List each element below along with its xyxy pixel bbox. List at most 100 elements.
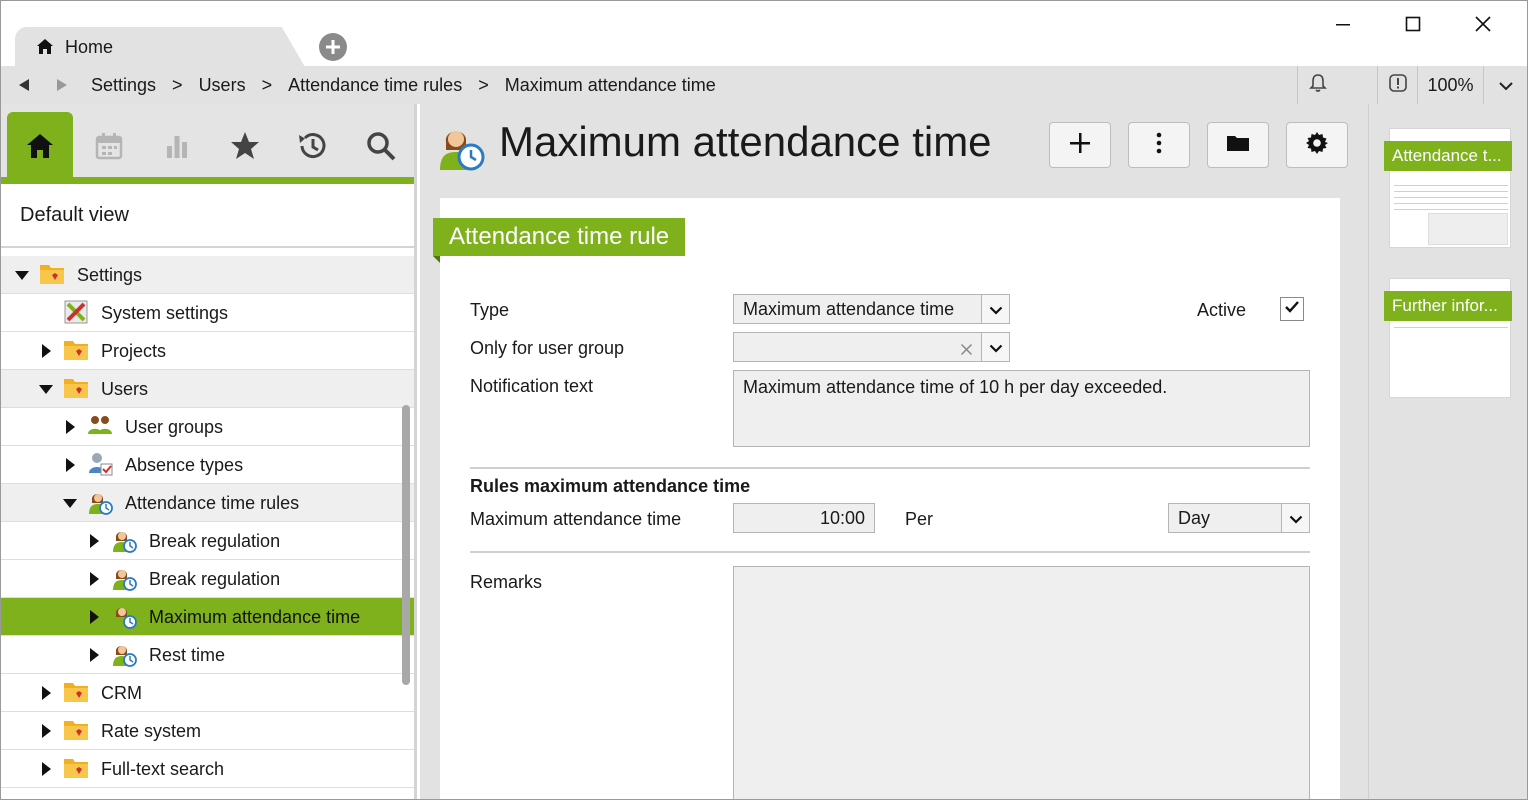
absence-icon bbox=[87, 451, 113, 477]
collapsed-arrow-icon[interactable] bbox=[39, 724, 53, 738]
minimize-button[interactable] bbox=[1323, 7, 1363, 41]
breadcrumb: Settings > Users > Attendance time rules… bbox=[91, 75, 716, 96]
tree-scrollbar[interactable] bbox=[402, 405, 410, 685]
tree-item-label: Break regulation bbox=[149, 569, 281, 589]
chevron-down-icon bbox=[1289, 508, 1303, 529]
tree-item[interactable]: Projects bbox=[1, 332, 414, 370]
menu-dropdown-button[interactable] bbox=[1483, 66, 1527, 104]
close-button[interactable] bbox=[1463, 7, 1503, 41]
user-group-dropdown-button[interactable] bbox=[981, 333, 1009, 361]
attendance-icon bbox=[111, 641, 137, 667]
tree-item-label: Settings bbox=[77, 265, 143, 285]
tree-item[interactable]: Break regulation bbox=[1, 560, 414, 598]
thumbnail-box bbox=[1428, 213, 1508, 245]
alert-button[interactable] bbox=[1377, 66, 1417, 104]
zoom-level[interactable]: 100% bbox=[1417, 66, 1483, 104]
per-label: Per bbox=[905, 509, 934, 529]
active-checkbox[interactable] bbox=[1280, 297, 1304, 321]
per-dropdown-button[interactable] bbox=[1281, 504, 1309, 532]
breadcrumb-item[interactable]: Attendance time rules bbox=[288, 75, 462, 96]
back-button[interactable] bbox=[5, 66, 43, 104]
collapsed-arrow-icon[interactable] bbox=[39, 762, 53, 776]
tree-item-label: Break regulation bbox=[149, 531, 281, 551]
tree-item[interactable]: System settings bbox=[1, 294, 414, 332]
thumbnail-line bbox=[1394, 327, 1508, 328]
tree-item[interactable]: Rate system bbox=[1, 712, 414, 750]
tree-item[interactable]: User groups bbox=[1, 408, 414, 446]
max-time-label: Maximum attendance time bbox=[470, 509, 682, 529]
remarks-textarea[interactable] bbox=[733, 566, 1310, 799]
more-options-button[interactable] bbox=[1128, 122, 1190, 168]
nav-calendar[interactable] bbox=[76, 112, 142, 184]
breadcrumb-item[interactable]: Maximum attendance time bbox=[505, 75, 716, 96]
address-bar: Settings > Users > Attendance time rules… bbox=[1, 66, 1527, 104]
type-select[interactable]: Maximum attendance time bbox=[733, 294, 1010, 324]
type-dropdown-button[interactable] bbox=[981, 295, 1009, 323]
nav-search[interactable] bbox=[348, 112, 414, 184]
thumbnail-line bbox=[1394, 209, 1508, 210]
tree-item[interactable]: Rest time bbox=[1, 636, 414, 674]
tree-item[interactable]: Attendance time rules bbox=[1, 484, 414, 522]
breadcrumb-separator: > bbox=[261, 74, 273, 95]
folder-icon bbox=[63, 375, 89, 401]
per-value: Day bbox=[1178, 507, 1211, 528]
nav-favorites[interactable] bbox=[212, 112, 278, 184]
overview-panel: Attendance t... Further infor... bbox=[1368, 104, 1527, 799]
max-time-value: 10:00 bbox=[819, 507, 865, 528]
tree-item-label: Users bbox=[101, 379, 149, 399]
breadcrumb-separator: > bbox=[172, 74, 183, 95]
thumbnail-line bbox=[1394, 197, 1508, 198]
nav-history[interactable] bbox=[280, 112, 346, 184]
clear-icon[interactable] bbox=[960, 340, 973, 361]
collapsed-arrow-icon[interactable] bbox=[87, 648, 101, 662]
settings-button[interactable] bbox=[1286, 122, 1348, 168]
folder-icon bbox=[1226, 133, 1250, 158]
expanded-arrow-icon[interactable] bbox=[63, 496, 77, 510]
tree-item[interactable]: CRM bbox=[1, 674, 414, 712]
view-title[interactable]: Default view bbox=[1, 184, 414, 248]
new-tab-button[interactable] bbox=[319, 33, 347, 61]
collapsed-arrow-icon[interactable] bbox=[87, 534, 101, 548]
nav-accent-bar bbox=[1, 177, 414, 184]
active-label: Active bbox=[1197, 300, 1247, 320]
tree-item[interactable]: Maximum attendance time bbox=[1, 598, 414, 636]
star-icon bbox=[229, 130, 261, 167]
tree-item[interactable]: Settings bbox=[1, 256, 414, 294]
overview-thumbnail[interactable]: Further infor... bbox=[1384, 278, 1512, 398]
breadcrumb-item[interactable]: Users bbox=[199, 75, 246, 96]
max-time-input[interactable]: 10:00 bbox=[733, 503, 875, 533]
maximize-button[interactable] bbox=[1393, 7, 1433, 41]
notification-textarea[interactable]: Maximum attendance time of 10 h per day … bbox=[733, 370, 1310, 447]
forward-button[interactable] bbox=[43, 66, 81, 104]
collapsed-arrow-icon[interactable] bbox=[63, 458, 77, 472]
tree-item[interactable]: Full-text search bbox=[1, 750, 414, 788]
bell-icon bbox=[1308, 73, 1327, 98]
attendance-icon bbox=[111, 565, 137, 591]
overview-thumbnail[interactable]: Attendance t... bbox=[1384, 128, 1512, 248]
per-select[interactable]: Day bbox=[1168, 503, 1310, 533]
user-group-icon bbox=[87, 413, 113, 439]
tab-label: Home bbox=[65, 36, 114, 57]
nav-home[interactable] bbox=[7, 112, 73, 184]
collapsed-arrow-icon[interactable] bbox=[39, 686, 53, 700]
nav-reports[interactable] bbox=[144, 112, 210, 184]
add-button[interactable] bbox=[1049, 122, 1111, 168]
collapsed-arrow-icon[interactable] bbox=[63, 420, 77, 434]
breadcrumb-item[interactable]: Settings bbox=[91, 75, 156, 96]
breadcrumb-separator: > bbox=[478, 74, 489, 95]
collapsed-arrow-icon[interactable] bbox=[39, 344, 53, 358]
notifications-button[interactable] bbox=[1297, 66, 1337, 104]
collapsed-arrow-icon[interactable] bbox=[87, 572, 101, 586]
tree-item[interactable]: Break regulation bbox=[1, 522, 414, 560]
more-icon bbox=[1156, 132, 1162, 159]
collapsed-arrow-icon[interactable] bbox=[87, 610, 101, 624]
expanded-arrow-icon[interactable] bbox=[15, 268, 29, 282]
attendance-icon bbox=[111, 603, 137, 629]
tab-home[interactable]: Home bbox=[15, 27, 305, 67]
expanded-arrow-icon[interactable] bbox=[39, 382, 53, 396]
folder-button[interactable] bbox=[1207, 122, 1269, 168]
calendar-icon bbox=[94, 131, 124, 166]
user-group-select[interactable] bbox=[733, 332, 1010, 362]
tree-item[interactable]: Users bbox=[1, 370, 414, 408]
tree-item[interactable]: Absence types bbox=[1, 446, 414, 484]
